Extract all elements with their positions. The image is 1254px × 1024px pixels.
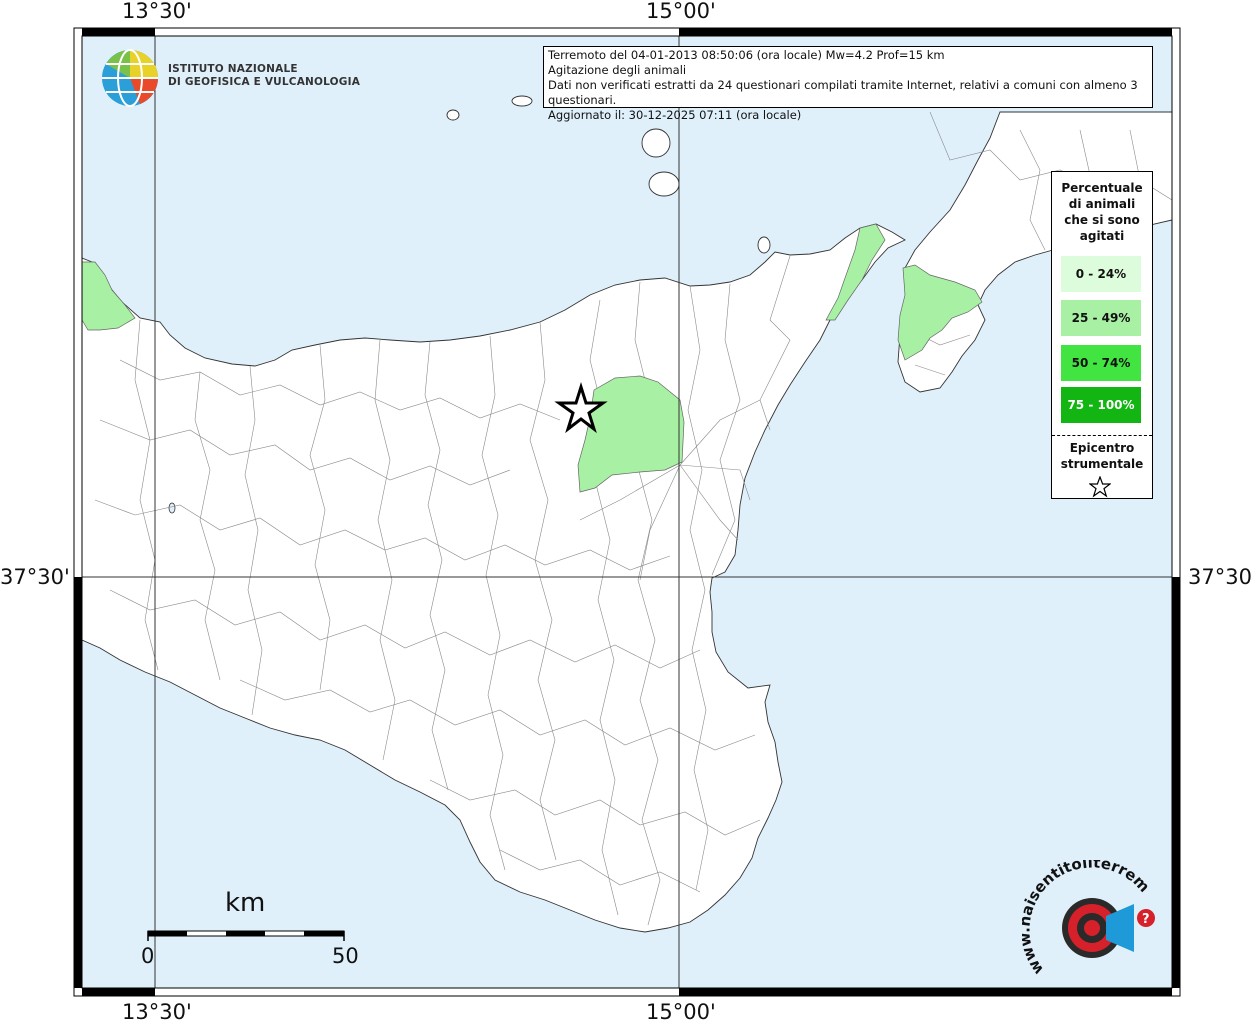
lon-label-top-1: 13°30'	[122, 0, 192, 23]
question-mark-icon: ?	[1142, 912, 1150, 927]
legend-class-0-24: 0 - 24%	[1061, 256, 1141, 292]
lon-label-bottom-1: 13°30'	[122, 1000, 192, 1024]
legend-title-line-2: di animali	[1068, 197, 1136, 211]
lon-label-bottom-2: 15°00'	[646, 1000, 716, 1024]
lat-label-left: 37°30'	[0, 565, 70, 589]
ingv-line-1: ISTITUTO NAZIONALE	[168, 63, 298, 75]
info-line-1: Terremoto del 04-01-2013 08:50:06 (ora l…	[548, 48, 945, 62]
island-3	[641, 128, 671, 158]
info-box: Terremoto del 04-01-2013 08:50:06 (ora l…	[543, 46, 1153, 122]
island-2	[511, 95, 533, 107]
ingv-name: ISTITUTO NAZIONALE DI GEOFISICA E VULCAN…	[168, 63, 360, 89]
island-4	[648, 171, 680, 197]
legend-separator	[1052, 435, 1152, 436]
lake	[168, 502, 176, 514]
legend-class-75-100: 75 - 100%	[1061, 387, 1141, 423]
ingv-line-2: DI GEOFISICA E VULCANOLOGIA	[168, 76, 361, 88]
scale-unit-label: km	[225, 888, 266, 918]
scale-max-label: 50	[332, 944, 359, 968]
info-line-4: Aggiornato il: 30-12-2025 07:11 (ora loc…	[548, 108, 802, 122]
lon-label-top-2: 15°00'	[646, 0, 716, 23]
legend: Percentuale di animali che si sono agita…	[1051, 171, 1153, 499]
island-1	[446, 109, 460, 121]
legend-title: Percentuale di animali che si sono agita…	[1052, 180, 1152, 244]
legend-class-50-74: 50 - 74%	[1061, 345, 1141, 381]
legend-epicenter-line-2: strumentale	[1060, 457, 1144, 471]
legend-class-25-49: 25 - 49%	[1061, 300, 1141, 336]
info-line-2: Agitazione degli animali	[548, 63, 687, 77]
lat-label-right: 37°30'	[1188, 565, 1254, 589]
island-6	[757, 236, 771, 254]
legend-title-line-4: agitati	[1079, 229, 1125, 243]
legend-epicenter-label: Epicentro strumentale	[1052, 440, 1152, 472]
legend-epicenter-line-1: Epicentro	[1069, 441, 1135, 455]
scale-min-label: 0	[141, 944, 155, 968]
info-line-3: Dati non verificati estratti da 24 quest…	[548, 78, 1138, 107]
haisentito-logo[interactable]: www.haisentitoilterremoto.it ?	[1022, 860, 1162, 985]
legend-title-line-1: Percentuale	[1061, 181, 1143, 195]
legend-title-line-3: che si sono	[1064, 213, 1140, 227]
star-icon	[1089, 476, 1111, 498]
